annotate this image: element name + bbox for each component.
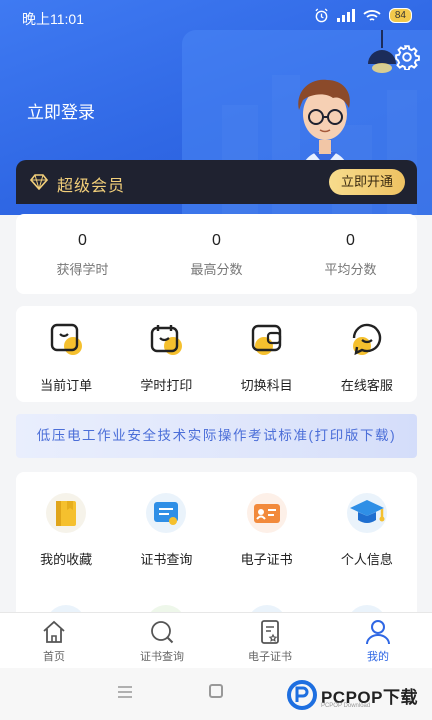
vip-membership-bar[interactable]: 超级会员 立即开通 [16, 160, 417, 204]
service-favorites-label: 我的收藏 [40, 552, 93, 567]
tab-mine[interactable]: 我的 [324, 613, 432, 668]
quick-action-orders-label: 当前订单 [40, 378, 93, 393]
certificate-query-icon [146, 493, 187, 533]
e-certificate-icon [246, 493, 287, 533]
battery-indicator: 84 [388, 8, 412, 23]
status-time: 晚上11:01 [22, 11, 84, 27]
tab-home-label: 首页 [43, 651, 65, 663]
quick-action-print-hours-label: 学时打印 [140, 378, 193, 393]
stat-best-score: 0 最高分数 [150, 232, 283, 278]
service-certificate-query[interactable]: 证书查询 [116, 472, 216, 568]
tab-e-certificate-label: 电子证书 [248, 651, 292, 663]
stat-average-score-label: 平均分数 [324, 262, 377, 277]
tab-certificate-query-label: 证书查询 [140, 651, 184, 663]
quick-action-switch-subject-label: 切换科目 [240, 378, 293, 393]
favorites-icon [46, 493, 87, 533]
quick-actions-card: 当前订单 学时打印 切换科目 在线客服 [16, 306, 417, 402]
watermark-subtext: PCPOP Download [320, 703, 371, 709]
stat-best-score-label: 最高分数 [190, 262, 243, 277]
certificate-icon [261, 620, 279, 644]
service-e-certificate[interactable]: 电子证书 [217, 472, 317, 568]
service-personal-info[interactable]: 个人信息 [317, 472, 417, 568]
home-button-icon[interactable] [209, 684, 223, 698]
stat-average-score: 0 平均分数 [284, 232, 417, 278]
tab-home[interactable]: 首页 [0, 613, 108, 668]
tab-e-certificate[interactable]: 电子证书 [216, 613, 324, 668]
wifi-icon [363, 9, 381, 21]
stat-hours-label: 获得学时 [56, 262, 109, 277]
personal-info-icon [346, 493, 387, 533]
login-link[interactable]: 立即登录 [27, 98, 95, 123]
pcpop-logo-icon [286, 680, 317, 710]
signal-icon [336, 9, 355, 22]
print-icon [151, 325, 183, 355]
tab-mine-label: 我的 [367, 651, 389, 663]
service-certificate-query-label: 证书查询 [140, 552, 193, 567]
home-icon [43, 620, 65, 643]
customer-service-icon [352, 323, 382, 356]
stat-average-score-value: 0 [346, 232, 355, 249]
order-icon [50, 323, 83, 355]
exam-standard-banner[interactable]: 低压电工作业安全技术实际操作考试标准(打印版下载) [16, 414, 417, 458]
stat-best-score-value: 0 [212, 232, 221, 249]
vip-label: 超级会员 [57, 178, 126, 195]
quick-action-customer-service[interactable]: 在线客服 [317, 306, 417, 402]
quick-action-print-hours[interactable]: 学时打印 [116, 306, 216, 402]
settings-gear-icon[interactable] [394, 44, 420, 70]
quick-action-customer-service-label: 在线客服 [340, 378, 393, 393]
pcpop-watermark: PCPOP下载 PCPOP Download [286, 680, 418, 710]
bottom-tab-bar: 首页 证书查询 电子证书 我的 [0, 612, 432, 668]
switch-subject-icon [251, 324, 281, 355]
status-bar: 晚上11:01 84 [0, 0, 432, 34]
diamond-icon [30, 174, 48, 190]
service-e-certificate-label: 电子证书 [240, 552, 293, 567]
open-vip-button[interactable]: 立即开通 [329, 169, 405, 195]
stat-hours-value: 0 [78, 232, 87, 249]
stat-hours: 0 获得学时 [16, 232, 149, 278]
learning-stats-card: 0 获得学时 0 最高分数 0 平均分数 [16, 214, 417, 294]
user-icon [366, 620, 390, 645]
system-navigation-bar: PCPOP下载 PCPOP Download [0, 668, 432, 720]
tab-certificate-query[interactable]: 证书查询 [108, 613, 216, 668]
service-personal-info-label: 个人信息 [340, 552, 393, 567]
services-card: 我的收藏 证书查询 电子证书 个人信息 [16, 472, 417, 645]
alarm-icon [315, 8, 328, 23]
quick-action-switch-subject[interactable]: 切换科目 [217, 306, 317, 402]
search-icon [151, 621, 174, 644]
quick-action-orders[interactable]: 当前订单 [16, 306, 116, 402]
service-favorites[interactable]: 我的收藏 [16, 472, 116, 568]
menu-icon[interactable] [117, 685, 133, 699]
